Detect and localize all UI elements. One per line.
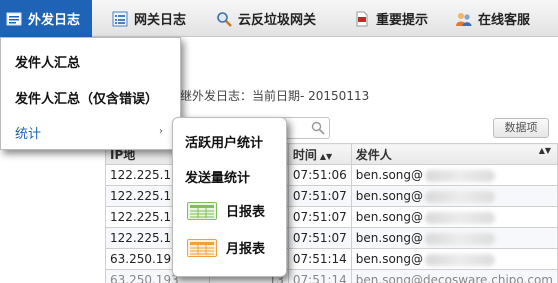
nav-tab-label: 云反垃圾网关 xyxy=(238,13,317,28)
cell-sender: ben.song@ xyxy=(350,185,558,207)
nav-tab-label: 重要提示 xyxy=(376,13,429,28)
top-nav-bar: 外发日志 网关日志 云反垃圾网关 重要提示 在线客服 xyxy=(0,0,558,37)
chevron-right-icon: › xyxy=(159,126,163,137)
nav-tab-important-notice[interactable]: 重要提示 xyxy=(354,0,428,37)
nav-tab-online-support[interactable]: 在线客服 xyxy=(456,0,530,37)
menu-item-sender-summary[interactable]: 发件人汇总 xyxy=(15,52,80,71)
search-icon xyxy=(217,11,232,27)
nav-tab-label: 外发日志 xyxy=(28,13,81,28)
report-label: 日报表 xyxy=(226,205,266,220)
nav-tab-label: 网关日志 xyxy=(134,13,187,28)
nav-tab-gateway-log[interactable]: 网关日志 xyxy=(112,0,186,37)
cell-time: 07:51:07 xyxy=(287,206,352,228)
nav-tab-label: 在线客服 xyxy=(478,13,531,28)
cell-sender: ben.song@ xyxy=(350,227,558,249)
page-subtitle: 继外发日志：当前日期- 20150113 xyxy=(180,89,370,103)
report-label: 月报表 xyxy=(226,242,266,257)
submenu-item-monthly-report[interactable]: 月报表 xyxy=(187,238,265,257)
submenu-item-daily-report[interactable]: 日报表 xyxy=(187,201,265,220)
nav-tab-cloud-antispam[interactable]: 云反垃圾网关 xyxy=(216,0,316,37)
nav-tab-outgoing-log[interactable]: 外发日志 xyxy=(0,0,93,37)
column-header-sender[interactable]: 发件人 ▲▼ xyxy=(350,143,558,165)
sort-icon[interactable]: ▲▼ xyxy=(320,152,332,161)
users-icon xyxy=(456,12,472,26)
statistics-submenu: 活跃用户统计 发送量统计 日报表 月报表 xyxy=(172,117,287,277)
redacted-blur xyxy=(425,190,496,203)
sort-icon[interactable]: ▲▼ xyxy=(539,146,551,155)
orange-table-icon xyxy=(187,238,217,257)
cell-time: 07:51:06 xyxy=(287,164,352,186)
cell-sender: ben.song@ xyxy=(350,206,558,228)
list-icon xyxy=(112,11,128,26)
redacted-blur xyxy=(425,169,496,182)
log-icon xyxy=(6,12,22,25)
cell-sender: ben.song@ xyxy=(350,164,558,186)
cell-sender: ben.song@decosware.chipo.com xyxy=(350,269,558,283)
cell-time: 07:51:14 xyxy=(287,269,352,283)
column-header-time[interactable]: 时间 ▲▼ xyxy=(287,143,352,165)
redacted-blur xyxy=(425,232,496,245)
cell-time: 07:51:07 xyxy=(287,227,352,249)
cell-time: 07:51:07 xyxy=(287,185,352,207)
data-columns-button[interactable]: 数据项 xyxy=(493,118,549,138)
cell-time: 07:51:14 xyxy=(287,248,352,270)
green-table-icon xyxy=(187,201,217,220)
outgoing-log-dropdown-menu: 发件人汇总 发件人汇总（仅含错误） 统计 › xyxy=(0,37,181,150)
search-icon[interactable] xyxy=(311,121,325,135)
menu-item-statistics[interactable]: 统计 xyxy=(15,123,41,142)
redacted-blur xyxy=(425,211,496,224)
submenu-item-active-users[interactable]: 活跃用户统计 xyxy=(185,132,263,151)
cell-sender: ben.song@ xyxy=(350,248,558,270)
redacted-blur xyxy=(425,253,496,266)
menu-item-sender-summary-errors[interactable]: 发件人汇总（仅含错误） xyxy=(15,88,158,107)
submenu-item-send-volume[interactable]: 发送量统计 xyxy=(185,167,250,186)
pdf-icon xyxy=(356,11,368,26)
